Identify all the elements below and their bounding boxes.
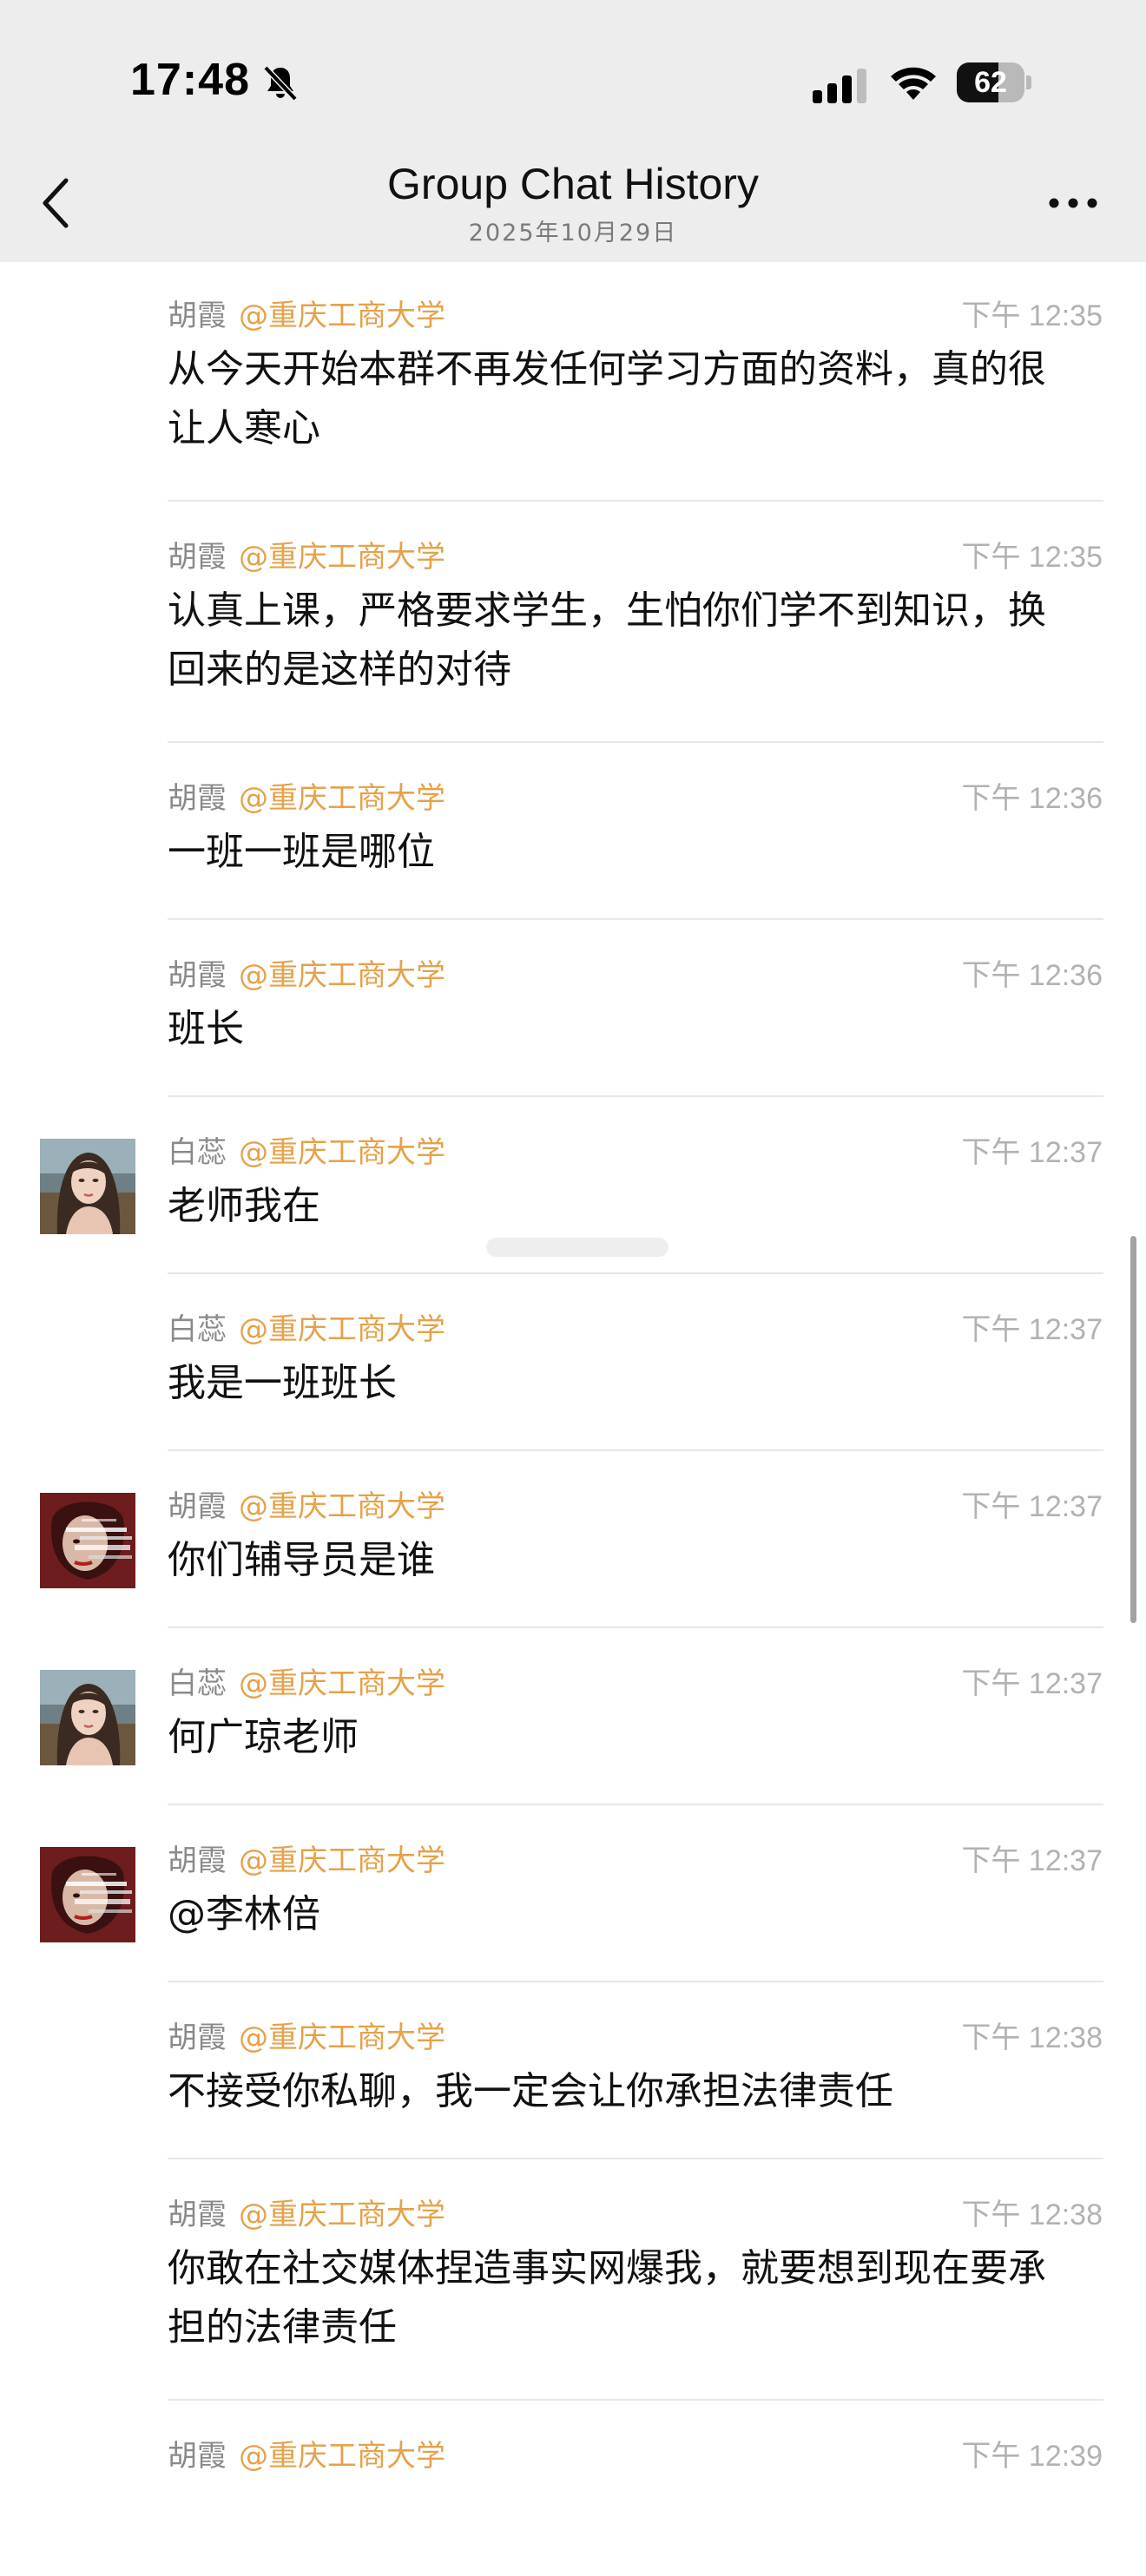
message-divider	[168, 1095, 1103, 1097]
sender-name[interactable]: 胡霞	[168, 2198, 227, 2232]
wifi-icon	[891, 67, 936, 100]
message-item[interactable]: 白蕊 @重庆工商大学 下午 12:37 我是一班班长	[0, 1276, 1146, 1451]
message-item[interactable]: 胡霞 @重庆工商大学 下午 12:36 一班一班是哪位	[0, 745, 1146, 920]
message-text[interactable]: 老师我在	[168, 1177, 1079, 1236]
message-item[interactable]: 胡霞 @重庆工商大学 下午 12:39	[0, 2402, 1146, 2576]
sender-group-tag[interactable]: @重庆工商大学	[239, 1312, 445, 1347]
message-text[interactable]: @李林倍	[168, 1885, 1079, 1944]
message-text[interactable]: 你敢在社交媒体捏造事实网爆我，就要想到现在要承担的法律责任	[168, 2239, 1079, 2357]
sender-name[interactable]: 胡霞	[168, 958, 227, 993]
message-text[interactable]: 从今天开始本群不再发任何学习方面的资料，真的很让人寒心	[168, 340, 1079, 458]
sender-line: 胡霞 @重庆工商大学	[168, 292, 445, 334]
battery-percent: 62	[974, 66, 1007, 99]
sender-line: 胡霞 @重庆工商大学	[168, 1837, 445, 1879]
sender-line: 胡霞 @重庆工商大学	[168, 2191, 445, 2233]
sender-line: 胡霞 @重庆工商大学	[168, 774, 445, 817]
sender-group-tag[interactable]: @重庆工商大学	[239, 2439, 445, 2474]
sender-name[interactable]: 胡霞	[168, 1489, 227, 1524]
avatar[interactable]	[40, 1670, 135, 1765]
message-item[interactable]: 胡霞 @重庆工商大学 下午 12:38 你敢在社交媒体捏造事实网爆我，就要想到现在要承…	[0, 2161, 1146, 2401]
message-text[interactable]: 班长	[168, 1000, 1079, 1059]
message-divider	[168, 1272, 1103, 1274]
message-text[interactable]: 不接受你私聊，我一定会让你承担法律责任	[168, 2062, 1079, 2121]
blurred-mark	[486, 1238, 668, 1257]
sender-line: 胡霞 @重庆工商大学	[168, 2014, 445, 2056]
sender-line: 胡霞 @重庆工商大学	[168, 2432, 445, 2474]
message-divider	[168, 918, 1103, 920]
avatar[interactable]	[40, 1493, 135, 1588]
sender-group-tag[interactable]: @重庆工商大学	[239, 299, 445, 333]
sender-group-tag[interactable]: @重庆工商大学	[239, 540, 445, 575]
message-divider	[168, 1804, 1103, 1805]
scrollbar[interactable]	[1130, 1236, 1136, 1623]
message-text[interactable]: 你们辅导员是谁	[168, 1531, 1079, 1590]
sender-group-tag[interactable]: @重庆工商大学	[239, 1666, 445, 1701]
battery-body: 62	[957, 62, 1024, 102]
message-time: 下午 12:35	[961, 299, 1103, 332]
message-item[interactable]: 胡霞 @重庆工商大学 下午 12:37 @李林倍	[0, 1807, 1146, 1982]
message-divider	[168, 741, 1103, 743]
sender-name[interactable]: 白蕊	[168, 1312, 227, 1347]
message-time: 下午 12:37	[961, 1490, 1103, 1523]
avatar[interactable]	[40, 1847, 135, 1942]
sender-name[interactable]: 白蕊	[168, 1135, 227, 1170]
sender-name[interactable]: 胡霞	[168, 2439, 227, 2474]
message-time: 下午 12:37	[961, 1844, 1103, 1877]
sender-name[interactable]: 胡霞	[168, 540, 227, 575]
message-time: 下午 12:37	[961, 1136, 1103, 1169]
sender-group-tag[interactable]: @重庆工商大学	[239, 1489, 445, 1524]
message-divider	[168, 500, 1103, 502]
message-divider	[168, 1626, 1103, 1628]
sender-group-tag[interactable]: @重庆工商大学	[239, 1843, 445, 1878]
sender-group-tag[interactable]: @重庆工商大学	[239, 1135, 445, 1170]
message-item[interactable]: 胡霞 @重庆工商大学 下午 12:35 从今天开始本群不再发任何学习方面的资料，真的很…	[0, 262, 1146, 502]
bell-slash-icon	[263, 65, 298, 102]
sender-group-tag[interactable]: @重庆工商大学	[239, 2021, 445, 2055]
message-item[interactable]: 胡霞 @重庆工商大学 下午 12:38 不接受你私聊，我一定会让你承担法律责任	[0, 1984, 1146, 2159]
message-time: 下午 12:38	[961, 2198, 1103, 2231]
message-time: 下午 12:36	[961, 782, 1103, 815]
sender-name[interactable]: 胡霞	[168, 1843, 227, 1878]
message-time: 下午 12:38	[961, 2021, 1103, 2054]
sender-line: 胡霞 @重庆工商大学	[168, 533, 445, 575]
nav-header: 17:48 62 Group Chat History 2025年10月29日	[0, 0, 1146, 262]
sender-name[interactable]: 白蕊	[168, 1666, 227, 1701]
sender-group-tag[interactable]: @重庆工商大学	[239, 958, 445, 993]
message-text[interactable]: 一班一班是哪位	[168, 823, 1079, 882]
sender-group-tag[interactable]: @重庆工商大学	[239, 2198, 445, 2232]
more-dots-icon[interactable]	[1047, 193, 1099, 214]
message-text[interactable]: 何广琼老师	[168, 1708, 1079, 1767]
sender-line: 白蕊 @重庆工商大学	[168, 1305, 445, 1348]
message-time: 下午 12:37	[961, 1667, 1103, 1700]
message-item[interactable]: 胡霞 @重庆工商大学 下午 12:35 认真上课，严格要求学生，生怕你们学不到知识，换…	[0, 503, 1146, 743]
message-text[interactable]: 我是一班班长	[168, 1354, 1079, 1413]
page-title: Group Chat History	[387, 160, 759, 208]
sender-name[interactable]: 胡霞	[168, 781, 227, 816]
message-time: 下午 12:39	[961, 2440, 1103, 2473]
message-item[interactable]: 胡霞 @重庆工商大学 下午 12:36 班长	[0, 922, 1146, 1097]
battery-tip	[1026, 76, 1031, 89]
avatar[interactable]	[40, 1139, 135, 1234]
battery-indicator: 62	[957, 62, 1031, 102]
message-item[interactable]: 白蕊 @重庆工商大学 下午 12:37 何广琼老师	[0, 1630, 1146, 1805]
sender-line: 白蕊 @重庆工商大学	[168, 1128, 445, 1171]
message-divider	[168, 1449, 1103, 1451]
sender-line: 胡霞 @重庆工商大学	[168, 1482, 445, 1525]
sender-group-tag[interactable]: @重庆工商大学	[239, 781, 445, 816]
message-time: 下午 12:37	[961, 1313, 1103, 1346]
page-subtitle-date: 2025年10月29日	[468, 220, 678, 246]
cellular-signal-icon	[813, 69, 866, 103]
message-time: 下午 12:36	[961, 959, 1103, 992]
message-text[interactable]: 认真上课，严格要求学生，生怕你们学不到知识，换回来的是这样的对待	[168, 582, 1079, 700]
message-item[interactable]: 胡霞 @重庆工商大学 下午 12:37 你们辅导员是谁	[0, 1453, 1146, 1628]
status-time: 17:48	[130, 55, 250, 105]
message-divider	[168, 2158, 1103, 2159]
message-time: 下午 12:35	[961, 541, 1103, 574]
message-divider	[168, 2399, 1103, 2401]
sender-name[interactable]: 胡霞	[168, 2021, 227, 2055]
sender-line: 白蕊 @重庆工商大学	[168, 1659, 445, 1702]
sender-line: 胡霞 @重庆工商大学	[168, 951, 445, 994]
sender-name[interactable]: 胡霞	[168, 299, 227, 333]
message-divider	[168, 1981, 1103, 1982]
